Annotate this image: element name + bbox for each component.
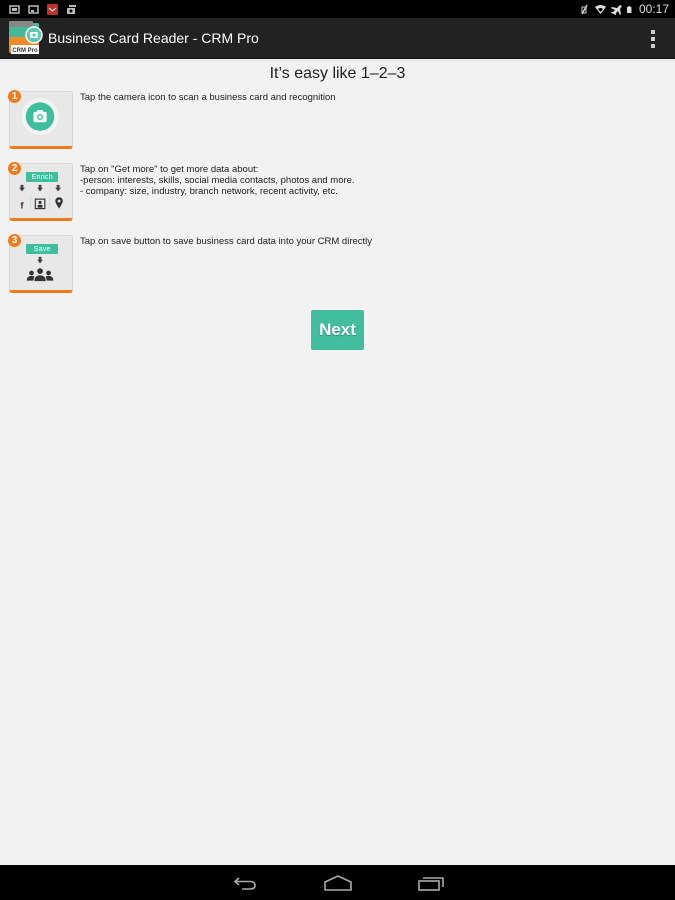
arrow-down-icon xyxy=(19,184,25,192)
step-1-text: Tap the camera icon to scan a business c… xyxy=(80,92,336,103)
enrich-sources-icons: f xyxy=(19,184,63,212)
arrow-down-icon xyxy=(37,184,43,192)
step-1-illustration: 1 xyxy=(8,90,73,149)
step-3-text: Tap on save button to save business card… xyxy=(80,236,372,247)
no-vibrate-icon xyxy=(581,4,588,14)
content-area: It’s easy like 1–2–3 1 Tap the camera ic… xyxy=(0,60,675,865)
step-3-illustration: Save 3 xyxy=(8,234,73,293)
facebook-icon: f xyxy=(20,201,24,212)
step-1-line: Tap the camera icon to scan a business c… xyxy=(80,92,336,103)
step-number-badge: 1 xyxy=(8,90,21,103)
recent-apps-icon[interactable] xyxy=(416,873,446,893)
app-icon[interactable]: CRM Pro xyxy=(8,21,44,55)
photo-stack-icon xyxy=(67,4,76,14)
gallery-icon xyxy=(9,4,20,14)
location-pin-icon xyxy=(55,197,63,209)
step-2-text: Tap on "Get more" to get more data about… xyxy=(80,164,355,197)
step-2-line: - company: size, industry, branch networ… xyxy=(80,186,338,197)
step-2-line: Tap on "Get more" to get more data about… xyxy=(80,164,259,175)
app-icon-label: CRM Pro xyxy=(12,48,38,54)
enrich-label: Enrich xyxy=(26,172,58,182)
step-3-line: Tap on save button to save business card… xyxy=(80,236,373,247)
step-2-line: -person: interests, skills, social media… xyxy=(80,175,355,186)
page-heading: It’s easy like 1–2–3 xyxy=(269,65,406,82)
app-title: Business Card Reader - CRM Pro xyxy=(48,30,259,46)
step-number-badge: 3 xyxy=(8,234,21,247)
status-bar: 00:17 xyxy=(0,0,675,18)
wifi-icon xyxy=(594,4,606,14)
airplane-mode-icon xyxy=(610,4,622,15)
overflow-menu-icon[interactable] xyxy=(643,28,663,50)
people-group-icon xyxy=(26,256,54,283)
navigation-bar xyxy=(0,865,675,900)
arrow-down-icon xyxy=(55,184,61,192)
step-2-illustration: Enrich f 2 xyxy=(8,162,73,221)
battery-icon xyxy=(626,5,632,13)
next-button[interactable]: Next xyxy=(311,310,364,350)
back-icon[interactable] xyxy=(230,873,260,893)
step-number-badge: 2 xyxy=(8,162,21,175)
home-icon[interactable] xyxy=(323,873,353,893)
clock: 00:17 xyxy=(638,2,669,16)
image-icon xyxy=(28,4,39,14)
mail-app-icon xyxy=(47,3,58,15)
action-bar: CRM Pro Business Card Reader - CRM Pro xyxy=(0,18,675,59)
save-label: Save xyxy=(26,244,58,254)
arrow-down-icon xyxy=(37,256,43,264)
